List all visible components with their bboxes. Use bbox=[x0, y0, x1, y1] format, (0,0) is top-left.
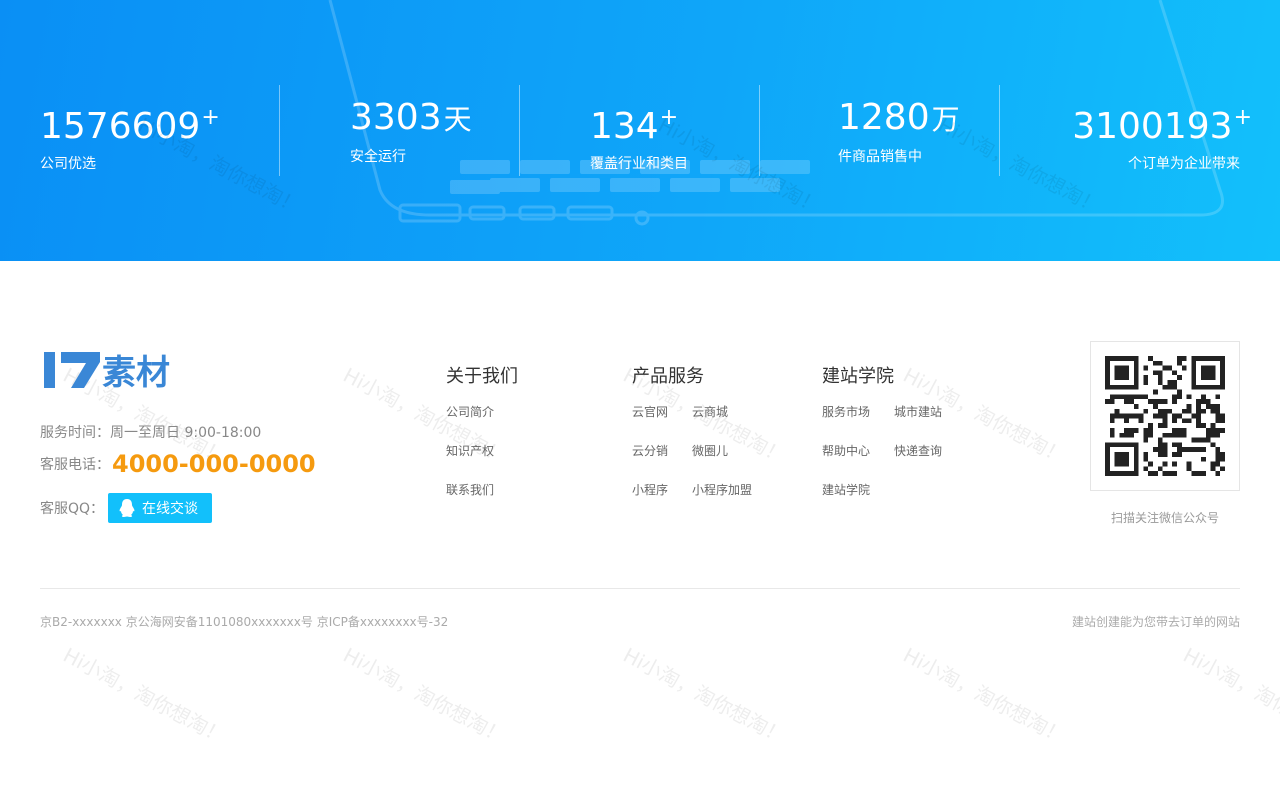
footer-column-academy: 建站学院 服务市场 城市建站 帮助中心 快递查询 建站学院 bbox=[822, 366, 942, 499]
stat-products: 1280万 件商品销售中 bbox=[838, 96, 960, 167]
qq-label: 客服QQ： bbox=[40, 501, 105, 517]
wechat-qr-code bbox=[1090, 341, 1240, 491]
service-phone: 客服电话： 4000-000-0000 bbox=[40, 450, 316, 478]
watermark: Hi小淘，淘你想淘！ bbox=[59, 642, 230, 749]
column-title: 产品服务 bbox=[632, 366, 704, 387]
online-chat-button[interactable]: 在线交谈 bbox=[108, 493, 213, 523]
footer-link-micro-circle[interactable]: 微圈儿 bbox=[692, 443, 752, 460]
service-qq: 客服QQ： 在线交谈 bbox=[40, 493, 213, 523]
stat-number: 1280万 bbox=[838, 97, 960, 138]
stat-number: 1576609+ bbox=[40, 105, 220, 147]
footer-link-company-intro[interactable]: 公司简介 bbox=[446, 404, 518, 421]
qq-penguin-icon bbox=[119, 499, 135, 517]
watermark: Hi小淘，淘你想淘！ bbox=[339, 642, 510, 749]
footer-link-help-center[interactable]: 帮助中心 bbox=[822, 443, 870, 460]
icp-license-text: 京B2-xxxxxxx 京公海网安备1101080xxxxxxx号 京ICP备x… bbox=[40, 615, 449, 629]
stat-divider bbox=[279, 85, 280, 176]
qr-caption: 扫描关注微信公众号 bbox=[1110, 511, 1219, 525]
watermark: Hi小淘，淘你想淘！ bbox=[619, 642, 790, 749]
service-hours: 服务时间：周一至周日 9:00-18:00 bbox=[40, 425, 262, 441]
site-logo[interactable]: 素材 bbox=[44, 345, 170, 394]
stat-caption: 覆盖行业和类目 bbox=[590, 156, 688, 172]
stat-divider bbox=[759, 85, 760, 176]
logo-text: 素材 bbox=[102, 353, 170, 393]
footer-column-products: 产品服务 云官网 云商城 云分销 微圈儿 小程序 小程序加盟 bbox=[632, 366, 752, 499]
footer-column-about: 关于我们 公司简介 知识产权 联系我们 bbox=[446, 366, 518, 499]
footer-link-city-site[interactable]: 城市建站 bbox=[894, 404, 942, 421]
online-chat-label: 在线交谈 bbox=[142, 501, 199, 517]
stat-number: 3303天 bbox=[350, 97, 472, 138]
footer-link-express-query[interactable]: 快递查询 bbox=[894, 443, 942, 460]
footer-link-mini-program-join[interactable]: 小程序加盟 bbox=[692, 482, 752, 499]
watermark: Hi小淘，淘你想淘！ bbox=[899, 642, 1070, 749]
stat-caption: 安全运行 bbox=[350, 149, 406, 165]
footer-link-cloud-distribution[interactable]: 云分销 bbox=[632, 443, 668, 460]
stat-companies: 1576609+ 公司优选 bbox=[40, 96, 220, 174]
footer-link-cloud-site[interactable]: 云官网 bbox=[632, 404, 668, 421]
stat-number: 3100193+ bbox=[1072, 105, 1252, 147]
qr-code-icon bbox=[1105, 356, 1225, 476]
phone-label: 客服电话： bbox=[40, 457, 110, 473]
logo-17-icon bbox=[44, 351, 100, 388]
watermark: Hi小淘，淘你想淘！ bbox=[1179, 642, 1280, 749]
footer-link-service-market[interactable]: 服务市场 bbox=[822, 404, 870, 421]
column-title: 关于我们 bbox=[446, 366, 518, 387]
footer-link-mini-program[interactable]: 小程序 bbox=[632, 482, 668, 499]
stat-safe-days: 3303天 安全运行 bbox=[350, 96, 472, 167]
column-title: 建站学院 bbox=[822, 366, 894, 387]
footer-link-ip[interactable]: 知识产权 bbox=[446, 443, 518, 460]
stat-industries: 134+ 覆盖行业和类目 bbox=[590, 96, 688, 174]
stat-caption: 公司优选 bbox=[40, 156, 96, 172]
stat-orders: 3100193+ 个订单为企业带来 bbox=[1072, 96, 1252, 174]
footer-link-academy[interactable]: 建站学院 bbox=[822, 482, 870, 499]
stat-caption: 件商品销售中 bbox=[838, 149, 922, 165]
footer-divider bbox=[40, 588, 1240, 589]
stat-divider bbox=[999, 85, 1000, 176]
phone-number: 4000-000-0000 bbox=[112, 450, 316, 478]
footer-slogan: 建站创建能为您带去订单的网站 bbox=[1071, 615, 1240, 629]
stats-banner: 1576609+ 公司优选 3303天 安全运行 134+ 覆盖行业和类目 12… bbox=[0, 0, 1280, 261]
footer-link-contact[interactable]: 联系我们 bbox=[446, 482, 518, 499]
stat-divider bbox=[519, 85, 520, 176]
footer-link-cloud-mall[interactable]: 云商城 bbox=[692, 404, 752, 421]
stat-number: 134+ bbox=[590, 105, 679, 147]
stat-caption: 个订单为企业带来 bbox=[1128, 156, 1240, 172]
